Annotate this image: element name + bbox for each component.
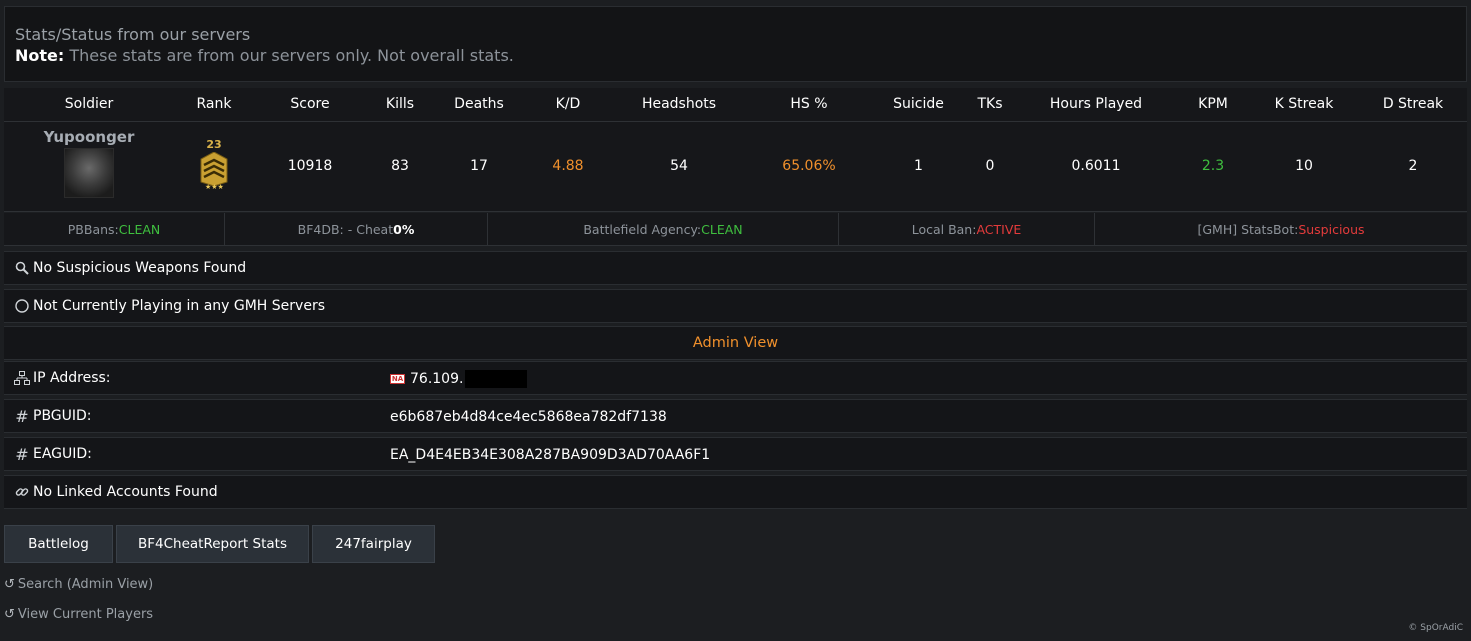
- rank-cell: 23 ★★★: [174, 121, 254, 212]
- fairplay-button[interactable]: 247fairplay: [312, 525, 435, 563]
- localban-status: Local Ban: ACTIVE: [839, 213, 1095, 245]
- agency-label: Battlefield Agency:: [583, 221, 702, 237]
- bf4db-status: BF4DB: - Cheat 0%: [225, 213, 488, 245]
- weapons-text: No Suspicious Weapons Found: [33, 260, 247, 276]
- linked-accounts-row: No Linked Accounts Found: [4, 475, 1467, 509]
- header-hs-pct: HS %: [746, 88, 872, 122]
- soldier-cell: Yupoonger: [4, 121, 174, 212]
- suicide-cell: 1: [872, 121, 965, 212]
- kills-cell: 83: [366, 121, 434, 212]
- refresh-icon: ↺: [4, 607, 15, 622]
- country-flag-icon: NA: [390, 374, 405, 384]
- header-score: Score: [254, 88, 366, 122]
- header-rank: Rank: [174, 88, 254, 122]
- note-line: Note: These stats are from our servers o…: [15, 45, 1456, 67]
- header-hours-played: Hours Played: [1015, 88, 1177, 122]
- bf4db-label: BF4DB: - Cheat: [297, 221, 394, 237]
- eaguid-value[interactable]: EA_D4E4EB34E308A287BA909D3AD70AA6F1: [390, 438, 710, 472]
- header-kills: Kills: [366, 88, 434, 122]
- refresh-icon: ↺: [4, 577, 15, 592]
- playing-bar: Not Currently Playing in any GMH Servers: [4, 289, 1467, 323]
- rank-number: 23: [206, 138, 222, 151]
- deaths-cell: 17: [434, 121, 524, 212]
- page: Stats/Status from our servers Note: Thes…: [0, 0, 1471, 641]
- pbguid-label: PBGUID:: [33, 408, 92, 424]
- score-cell: 10918: [254, 121, 366, 212]
- kd-cell: 4.88: [524, 121, 612, 212]
- ban-status-row: PBBans: CLEAN BF4DB: - Cheat 0% Battlefi…: [4, 213, 1467, 246]
- search-admin-view-text[interactable]: Search (Admin View): [18, 577, 153, 592]
- link-icon: [14, 484, 30, 500]
- header-tks: TKs: [965, 88, 1015, 122]
- avatar: [64, 148, 114, 198]
- d-streak-cell: 2: [1359, 121, 1467, 212]
- header-kd: K/D: [524, 88, 612, 122]
- note-label: Note:: [15, 46, 65, 65]
- header-deaths: Deaths: [434, 88, 524, 122]
- header-d-streak: D Streak: [1359, 88, 1467, 122]
- linked-accounts-text: No Linked Accounts Found: [33, 484, 218, 500]
- statsbot-label: [GMH] StatsBot:: [1197, 221, 1299, 237]
- header-soldier: Soldier: [4, 88, 174, 122]
- headshots-cell: 54: [612, 121, 746, 212]
- ip-address-text[interactable]: 76.109.: [410, 371, 463, 387]
- pbbans-value: CLEAN: [118, 221, 161, 237]
- credit-text: © SpOrAdiC: [1408, 623, 1463, 633]
- pbbans-label: PBBans:: [67, 221, 119, 237]
- redaction-block: [465, 370, 528, 388]
- stats-table: Soldier Rank Score Kills Deaths K/D Head…: [4, 88, 1467, 212]
- bf4db-value: 0%: [393, 221, 415, 237]
- header-kpm: KPM: [1177, 88, 1249, 122]
- statsbot-value: Suspicious: [1298, 221, 1365, 237]
- note-text: These stats are from our servers only. N…: [64, 46, 514, 65]
- agency-value: CLEAN: [701, 221, 743, 237]
- header-suicide: Suicide: [872, 88, 965, 122]
- view-current-players-link[interactable]: ↺ View Current Players: [4, 607, 153, 622]
- hs-pct-cell: 65.06%: [746, 121, 872, 212]
- admin-view-title: Admin View: [692, 335, 779, 351]
- soldier-name[interactable]: Yupoonger: [4, 128, 174, 146]
- search-admin-view-link[interactable]: ↺ Search (Admin View): [4, 577, 153, 592]
- localban-value: ACTIVE: [976, 221, 1022, 237]
- hash-icon: #: [15, 406, 29, 426]
- battlelog-button[interactable]: Battlelog: [4, 525, 113, 563]
- weapons-bar: No Suspicious Weapons Found: [4, 251, 1467, 285]
- localban-label: Local Ban:: [911, 221, 977, 237]
- search-icon: [14, 260, 30, 276]
- note-title: Stats/Status from our servers: [15, 25, 251, 44]
- pbguid-row: # PBGUID: e6b687eb4d84ce4ec5868ea782df71…: [4, 399, 1467, 433]
- rank-insignia-icon: ★★★: [200, 151, 228, 191]
- stats-header-row: Soldier Rank Score Kills Deaths K/D Head…: [4, 88, 1467, 122]
- circle-icon: [14, 298, 30, 314]
- hash-icon: #: [15, 444, 29, 464]
- pbguid-value[interactable]: e6b687eb4d84ce4ec5868ea782df7138: [390, 400, 667, 434]
- eaguid-label: EAGUID:: [33, 446, 92, 462]
- pbbans-status: PBBans: CLEAN: [4, 213, 225, 245]
- ip-address-row: IP Address: NA 76.109.: [4, 361, 1467, 395]
- statsbot-status: [GMH] StatsBot: Suspicious: [1095, 213, 1467, 245]
- admin-view-header: Admin View: [4, 326, 1467, 360]
- bf4cheatreport-button[interactable]: BF4CheatReport Stats: [116, 525, 309, 563]
- stats-row: Yupoonger 23 ★★★ 10918 83 17 4.88 54 65.…: [4, 121, 1467, 212]
- network-icon: [14, 370, 30, 386]
- playing-text: Not Currently Playing in any GMH Servers: [33, 298, 325, 314]
- k-streak-cell: 10: [1249, 121, 1359, 212]
- agency-status: Battlefield Agency: CLEAN: [488, 213, 839, 245]
- kpm-cell: 2.3: [1177, 121, 1249, 212]
- eaguid-row: # EAGUID: EA_D4E4EB34E308A287BA909D3AD70…: [4, 437, 1467, 471]
- hours-played-cell: 0.6011: [1015, 121, 1177, 212]
- ip-address-value: NA 76.109.: [390, 362, 528, 396]
- ip-address-label: IP Address:: [33, 370, 111, 386]
- header-headshots: Headshots: [612, 88, 746, 122]
- tks-cell: 0: [965, 121, 1015, 212]
- view-current-players-text[interactable]: View Current Players: [18, 607, 153, 622]
- header-k-streak: K Streak: [1249, 88, 1359, 122]
- note-box: Stats/Status from our servers Note: Thes…: [4, 6, 1467, 82]
- svg-text:★★★: ★★★: [205, 183, 224, 190]
